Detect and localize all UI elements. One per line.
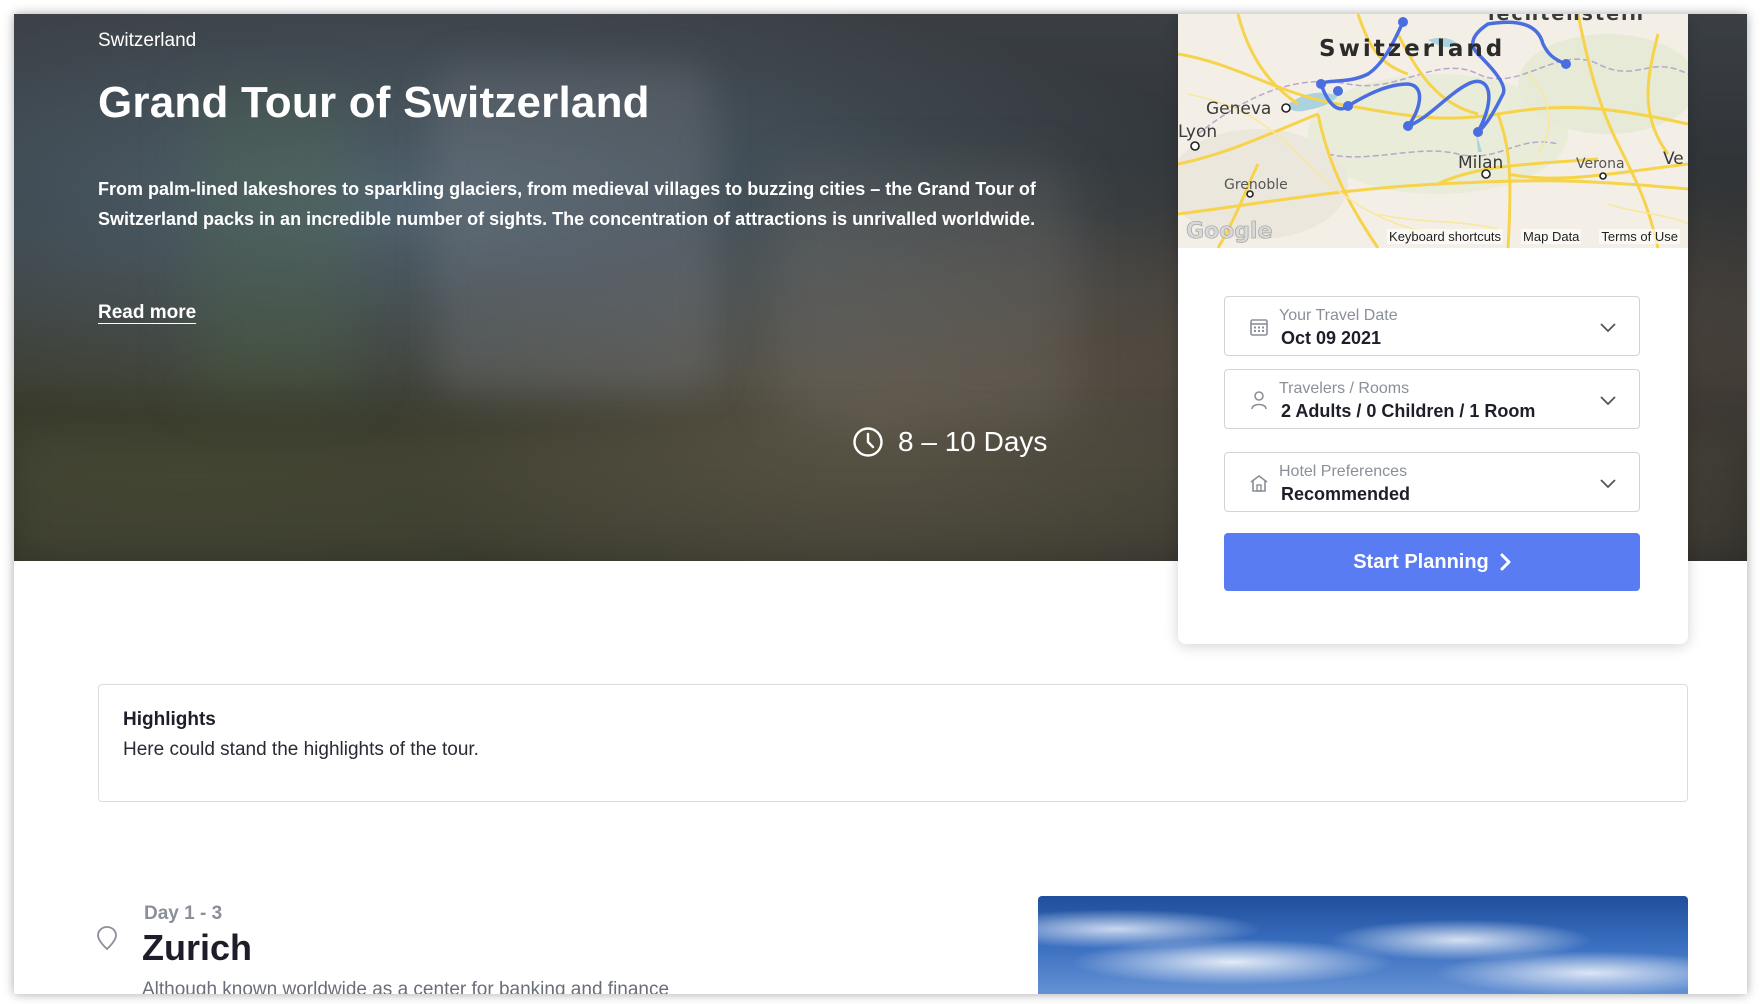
terms-of-use-link[interactable]: Terms of Use	[1599, 229, 1680, 244]
travel-date-select[interactable]: Your Travel Date Oct 09 2021	[1224, 296, 1640, 356]
travelers-rooms-label: Travelers / Rooms	[1279, 380, 1410, 397]
chevron-down-icon	[1600, 323, 1616, 333]
hero-country: Switzerland	[98, 30, 197, 51]
map-label-liechtenstein: iechtenstein	[1488, 14, 1645, 25]
chevron-down-icon	[1600, 479, 1616, 489]
route-map[interactable]: iechtenstein Switzerland Geneva Lyon Mil…	[1178, 14, 1688, 248]
map-footer: Keyboard shortcuts Map Data Terms of Use	[1387, 229, 1680, 244]
start-planning-label: Start Planning	[1353, 550, 1489, 573]
travel-date-label: Your Travel Date	[1279, 307, 1398, 324]
clock-icon	[853, 427, 883, 457]
duration-text: 8 – 10 Days	[898, 426, 1048, 457]
travelers-rooms-select[interactable]: Travelers / Rooms 2 Adults / 0 Children …	[1224, 369, 1640, 429]
hero-description: From palm-lined lakeshores to sparkling …	[98, 179, 1036, 229]
map-label-verona: Verona	[1576, 156, 1625, 172]
day-range-label: Day 1 - 3	[144, 903, 223, 924]
booking-card: iechtenstein Switzerland Geneva Lyon Mil…	[1178, 14, 1688, 644]
person-icon	[1251, 391, 1267, 410]
map-data-link[interactable]: Map Data	[1521, 229, 1582, 244]
map-label-ve: Ve	[1663, 149, 1684, 169]
page-title: Grand Tour of Switzerland	[98, 78, 650, 127]
map-label-geneva: Geneva	[1206, 99, 1271, 119]
map-label-grenoble: Grenoble	[1224, 177, 1288, 193]
highlights-text: Here could stand the highlights of the t…	[123, 739, 479, 760]
location-pin-icon	[97, 926, 117, 951]
map-label-milan: Milan	[1458, 153, 1503, 173]
keyboard-shortcuts-link[interactable]: Keyboard shortcuts	[1387, 229, 1504, 244]
travel-date-value: Oct 09 2021	[1281, 328, 1382, 348]
city-photo	[1038, 896, 1688, 994]
start-planning-button[interactable]: Start Planning	[1224, 533, 1640, 591]
calendar-icon	[1250, 319, 1268, 336]
day-city-title: Zurich	[142, 927, 253, 968]
tour-duration: 8 – 10 Days	[852, 426, 1047, 458]
hotel-preferences-label: Hotel Preferences	[1279, 463, 1408, 480]
hotel-preferences-value: Recommended	[1281, 484, 1411, 504]
map-label-switzerland: Switzerland	[1319, 36, 1505, 62]
map-canvas: iechtenstein Switzerland Geneva Lyon Mil…	[1178, 14, 1688, 248]
chevron-down-icon	[1600, 396, 1616, 406]
chevron-right-icon	[1500, 553, 1511, 571]
highlights-title: Highlights	[123, 709, 216, 730]
google-logo: Google	[1186, 219, 1273, 244]
home-icon	[1250, 475, 1268, 492]
day-description: Although known worldwide as a center for…	[142, 979, 670, 994]
map-label-lyon: Lyon	[1178, 122, 1217, 142]
read-more-link[interactable]: Read more	[98, 302, 196, 324]
highlights-box: Highlights Here could stand the highligh…	[98, 684, 1688, 802]
travelers-rooms-value: 2 Adults / 0 Children / 1 Room	[1281, 401, 1536, 421]
browser-viewport: Switzerland Grand Tour of Switzerland Fr…	[14, 14, 1747, 994]
hotel-preferences-select[interactable]: Hotel Preferences Recommended	[1224, 452, 1640, 512]
